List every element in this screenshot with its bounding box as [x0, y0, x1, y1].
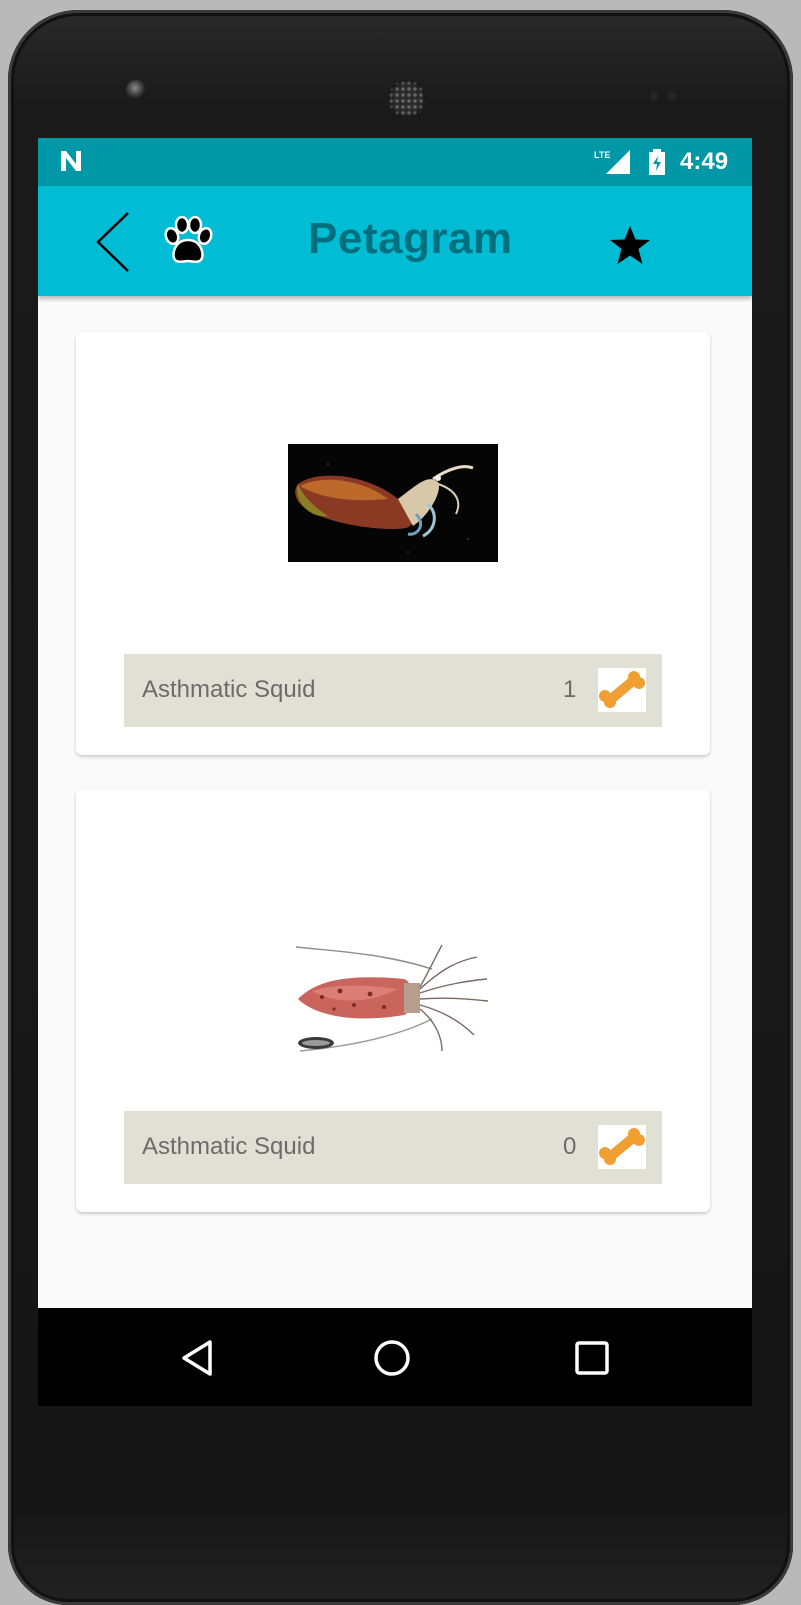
network-type-label: LTE — [594, 150, 610, 160]
status-bar: LTE 4:49 — [38, 138, 752, 186]
nav-back-icon[interactable] — [178, 1338, 218, 1378]
squid-dark-photo — [288, 444, 498, 562]
like-count: 0 — [563, 1133, 577, 1160]
back-arrow-icon[interactable] — [94, 211, 134, 273]
signal-icon: LTE — [594, 150, 630, 174]
earpiece-speaker — [388, 80, 426, 118]
status-time: 4:49 — [680, 148, 729, 175]
proximity-sensor — [650, 92, 658, 100]
pet-card: Asthmatic Squid 0 — [76, 789, 710, 1212]
notification-n-icon — [61, 151, 81, 171]
app-title: Petagram — [308, 214, 513, 263]
app-toolbar: Petagram — [38, 186, 752, 296]
pet-name: Asthmatic Squid — [142, 676, 316, 703]
pet-card: Asthmatic Squid 1 — [76, 332, 710, 755]
nav-home-icon[interactable] — [372, 1338, 412, 1378]
front-camera — [126, 80, 146, 100]
battery-icon — [649, 149, 665, 175]
nav-recents-icon[interactable] — [572, 1338, 612, 1378]
bone-like-icon[interactable] — [598, 668, 646, 712]
light-sensor — [668, 92, 676, 100]
pet-name: Asthmatic Squid — [142, 1133, 316, 1160]
bone-like-icon[interactable] — [598, 1125, 646, 1169]
pet-info-bar: Asthmatic Squid 0 — [124, 1111, 662, 1184]
phone-screen: LTE 4:49 Petagram Asthmatic Squid 1 Asth… — [38, 138, 752, 1406]
navigation-bar — [38, 1308, 752, 1406]
squid-light-photo — [292, 939, 492, 1061]
paw-icon — [164, 216, 213, 263]
star-icon[interactable] — [608, 224, 652, 266]
like-count: 1 — [563, 676, 577, 703]
pet-info-bar: Asthmatic Squid 1 — [124, 654, 662, 727]
